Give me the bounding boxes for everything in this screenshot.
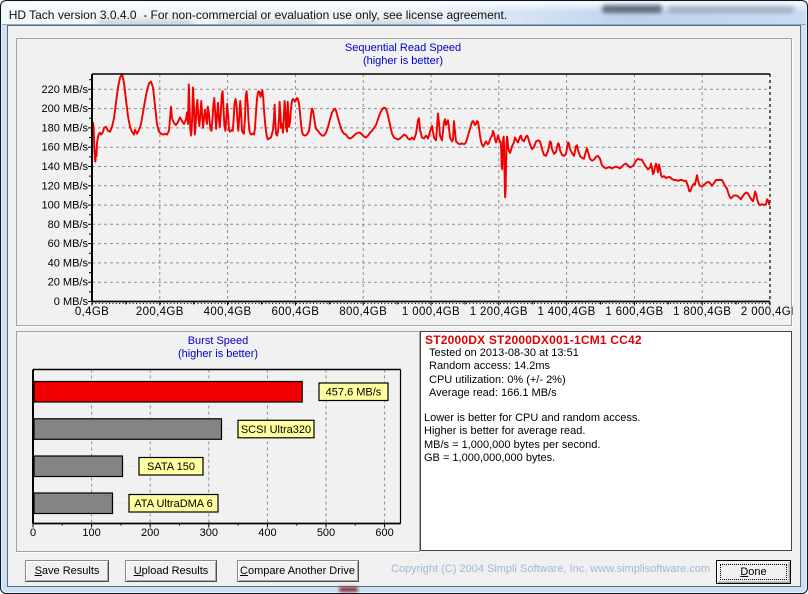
svg-text:140 MB/s: 140 MB/s [42, 161, 89, 173]
svg-text:1 000,4GB: 1 000,4GB [402, 306, 460, 318]
svg-text:60 MB/s: 60 MB/s [48, 238, 89, 250]
svg-text:20 MB/s: 20 MB/s [48, 277, 89, 289]
svg-text:0: 0 [30, 527, 36, 539]
svg-text:SCSI Ultra320: SCSI Ultra320 [241, 424, 311, 436]
svg-text:ATA UltraDMA 6: ATA UltraDMA 6 [134, 498, 212, 510]
svg-text:80 MB/s: 80 MB/s [48, 219, 89, 231]
svg-text:1 800,4GB: 1 800,4GB [673, 306, 731, 318]
svg-text:400,4GB: 400,4GB [204, 306, 252, 318]
svg-text:600: 600 [375, 527, 393, 539]
svg-text:800,4GB: 800,4GB [339, 306, 387, 318]
svg-text:300: 300 [200, 527, 218, 539]
svg-text:200 MB/s: 200 MB/s [42, 103, 89, 115]
svg-text:SATA 150: SATA 150 [147, 461, 195, 473]
svg-text:400: 400 [258, 527, 276, 539]
svg-text:1 600,4GB: 1 600,4GB [605, 306, 663, 318]
svg-text:180 MB/s: 180 MB/s [42, 122, 89, 134]
svg-text:40 MB/s: 40 MB/s [48, 257, 89, 269]
svg-text:457.6 MB/s: 457.6 MB/s [326, 387, 382, 399]
svg-text:2 000,4GB: 2 000,4GB [741, 306, 799, 318]
svg-text:200,4GB: 200,4GB [136, 306, 184, 318]
svg-text:100 MB/s: 100 MB/s [42, 200, 89, 212]
svg-text:1 200,4GB: 1 200,4GB [470, 306, 528, 318]
svg-text:160 MB/s: 160 MB/s [42, 142, 89, 154]
svg-text:120 MB/s: 120 MB/s [42, 180, 89, 192]
svg-text:1 400,4GB: 1 400,4GB [538, 306, 596, 318]
svg-text:600,4GB: 600,4GB [271, 306, 319, 318]
svg-text:220 MB/s: 220 MB/s [42, 84, 89, 96]
svg-text:500: 500 [317, 527, 335, 539]
svg-text:0,4GB: 0,4GB [75, 306, 109, 318]
svg-text:100: 100 [82, 527, 100, 539]
svg-text:200: 200 [141, 527, 159, 539]
